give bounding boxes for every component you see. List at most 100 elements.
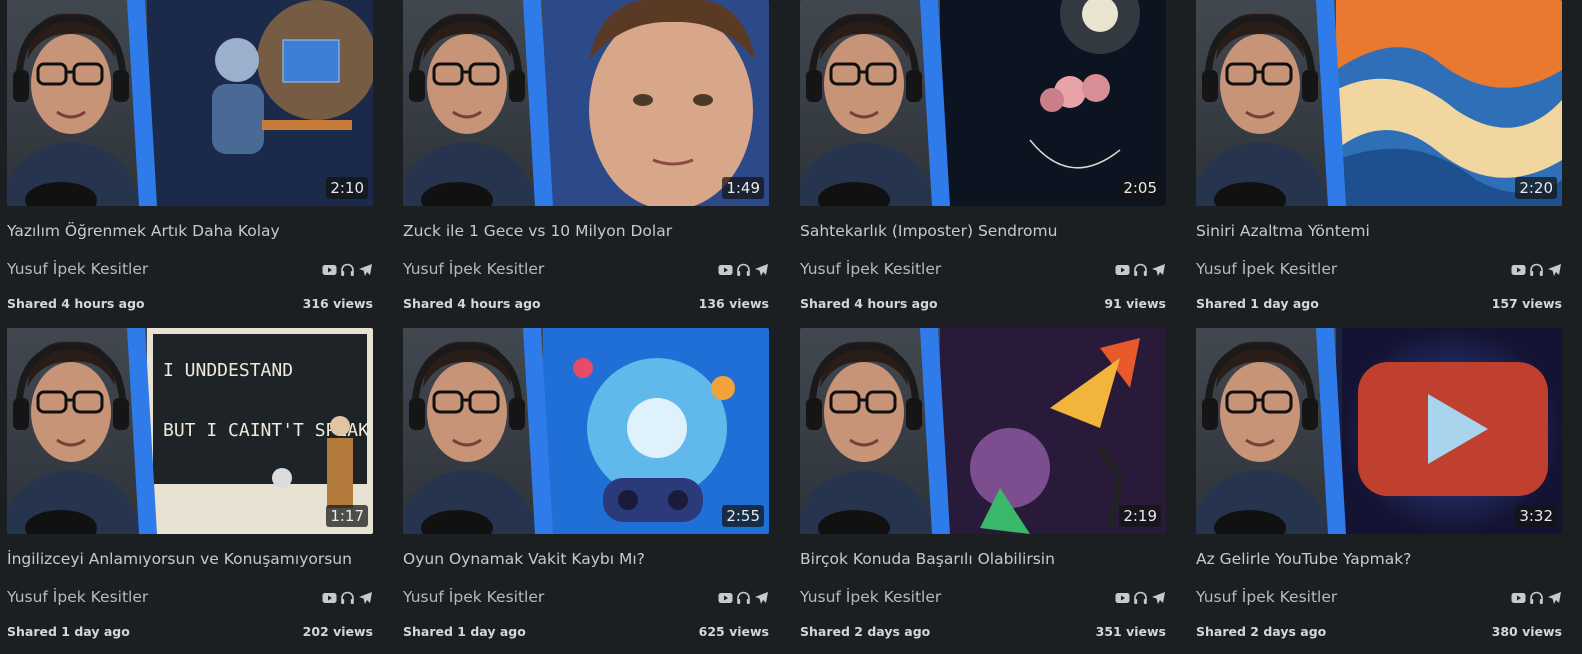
video-card[interactable]: 2:05 Sahtekarlık (Imposter) Sendromu Yus… (800, 0, 1166, 320)
video-title[interactable]: Sahtekarlık (Imposter) Sendromu (800, 222, 1166, 240)
channel-name[interactable]: Yusuf İpek Kesitler (800, 260, 941, 278)
video-duration: 2:20 (1515, 177, 1557, 199)
headphones-icon (1133, 262, 1148, 276)
channel-name[interactable]: Yusuf İpek Kesitler (800, 588, 941, 606)
video-thumbnail[interactable]: 2:10 (7, 0, 373, 206)
plane-icon (754, 590, 769, 604)
view-count: 625 views (698, 624, 769, 639)
video-title[interactable]: Yazılım Öğrenmek Artık Daha Kolay (7, 222, 373, 240)
plane-icon (1547, 590, 1562, 604)
view-count: 380 views (1491, 624, 1562, 639)
shared-time: Shared 4 hours ago (800, 296, 938, 311)
video-thumbnail[interactable]: 1:49 (403, 0, 769, 206)
video-title[interactable]: Zuck ile 1 Gece vs 10 Milyon Dolar (403, 222, 769, 240)
thumbnail-art (7, 0, 373, 206)
platform-icons (718, 590, 769, 604)
video-thumbnail[interactable]: 2:05 (800, 0, 1166, 206)
video-card[interactable]: 3:32 Az Gelirle YouTube Yapmak? Yusuf İp… (1196, 328, 1562, 648)
channel-name[interactable]: Yusuf İpek Kesitler (403, 588, 544, 606)
plane-icon (1547, 262, 1562, 276)
video-meta: Shared 2 days ago 351 views (800, 624, 1166, 639)
youtube-icon (1511, 590, 1526, 604)
thumbnail-art (800, 0, 1166, 206)
headphones-icon (1529, 262, 1544, 276)
video-title[interactable]: Birçok Konuda Başarılı Olabilirsin (800, 550, 1166, 568)
thumbnail-art (403, 0, 769, 206)
youtube-icon (1511, 262, 1526, 276)
plane-icon (358, 590, 373, 604)
video-thumbnail[interactable]: I UNDDESTAND BUT I CAINT'T SPEAK. 1:17 (7, 328, 373, 534)
plane-icon (1151, 262, 1166, 276)
video-thumbnail[interactable]: 2:55 (403, 328, 769, 534)
plane-icon (358, 262, 373, 276)
shared-time: Shared 4 hours ago (7, 296, 145, 311)
channel-name[interactable]: Yusuf İpek Kesitler (1196, 260, 1337, 278)
video-card[interactable]: 1:49 Zuck ile 1 Gece vs 10 Milyon Dolar … (403, 0, 769, 320)
svg-text:I UNDDESTAND: I UNDDESTAND (163, 360, 293, 381)
youtube-icon (718, 590, 733, 604)
thumbnail-art (800, 328, 1166, 534)
video-card[interactable]: 2:55 Oyun Oynamak Vakit Kaybı Mı? Yusuf … (403, 328, 769, 648)
thumbnail-art (403, 328, 769, 534)
video-meta: Shared 4 hours ago 316 views (7, 296, 373, 311)
video-meta: Shared 1 day ago 157 views (1196, 296, 1562, 311)
headphones-icon (1133, 590, 1148, 604)
shared-time: Shared 2 days ago (1196, 624, 1327, 639)
video-meta: Shared 2 days ago 380 views (1196, 624, 1562, 639)
video-duration: 1:49 (722, 177, 764, 199)
view-count: 91 views (1104, 296, 1166, 311)
video-title[interactable]: Siniri Azaltma Yöntemi (1196, 222, 1562, 240)
platform-icons (1115, 590, 1166, 604)
channel-name[interactable]: Yusuf İpek Kesitler (7, 588, 148, 606)
video-card[interactable]: 2:19 Birçok Konuda Başarılı Olabilirsin … (800, 328, 1166, 648)
video-meta: Shared 1 day ago 202 views (7, 624, 373, 639)
shared-time: Shared 2 days ago (800, 624, 931, 639)
plane-icon (1151, 590, 1166, 604)
headphones-icon (1529, 590, 1544, 604)
headphones-icon (340, 262, 355, 276)
youtube-icon (1115, 590, 1130, 604)
video-title[interactable]: Az Gelirle YouTube Yapmak? (1196, 550, 1562, 568)
video-duration: 2:05 (1119, 177, 1161, 199)
channel-name[interactable]: Yusuf İpek Kesitler (1196, 588, 1337, 606)
shared-time: Shared 1 day ago (7, 624, 130, 639)
platform-icons (322, 590, 373, 604)
headphones-icon (736, 590, 751, 604)
thumbnail-art (1196, 0, 1562, 206)
video-card[interactable]: 2:10 Yazılım Öğrenmek Artık Daha Kolay Y… (7, 0, 373, 320)
video-duration: 2:10 (326, 177, 368, 199)
view-count: 136 views (698, 296, 769, 311)
youtube-icon (718, 262, 733, 276)
thumbnail-art: I UNDDESTAND BUT I CAINT'T SPEAK. (7, 328, 373, 534)
headphones-icon (340, 590, 355, 604)
video-duration: 2:19 (1119, 505, 1161, 527)
video-grid: 2:10 Yazılım Öğrenmek Artık Daha Kolay Y… (0, 0, 1582, 654)
video-card[interactable]: 2:20 Siniri Azaltma Yöntemi Yusuf İpek K… (1196, 0, 1562, 320)
video-title[interactable]: Oyun Oynamak Vakit Kaybı Mı? (403, 550, 769, 568)
view-count: 316 views (302, 296, 373, 311)
video-card[interactable]: I UNDDESTAND BUT I CAINT'T SPEAK. 1:17 İ… (7, 328, 373, 648)
video-title[interactable]: İngilizceyi Anlamıyorsun ve Konuşamıyors… (7, 550, 373, 568)
video-duration: 2:55 (722, 505, 764, 527)
view-count: 351 views (1095, 624, 1166, 639)
view-count: 202 views (302, 624, 373, 639)
video-thumbnail[interactable]: 3:32 (1196, 328, 1562, 534)
platform-icons (718, 262, 769, 276)
youtube-icon (322, 262, 337, 276)
shared-time: Shared 4 hours ago (403, 296, 541, 311)
channel-name[interactable]: Yusuf İpek Kesitler (7, 260, 148, 278)
platform-icons (322, 262, 373, 276)
platform-icons (1511, 262, 1562, 276)
youtube-icon (1115, 262, 1130, 276)
youtube-icon (322, 590, 337, 604)
thumbnail-art (1196, 328, 1562, 534)
platform-icons (1115, 262, 1166, 276)
channel-name[interactable]: Yusuf İpek Kesitler (403, 260, 544, 278)
video-thumbnail[interactable]: 2:19 (800, 328, 1166, 534)
platform-icons (1511, 590, 1562, 604)
view-count: 157 views (1491, 296, 1562, 311)
video-thumbnail[interactable]: 2:20 (1196, 0, 1562, 206)
video-meta: Shared 4 hours ago 91 views (800, 296, 1166, 311)
video-meta: Shared 1 day ago 625 views (403, 624, 769, 639)
plane-icon (754, 262, 769, 276)
